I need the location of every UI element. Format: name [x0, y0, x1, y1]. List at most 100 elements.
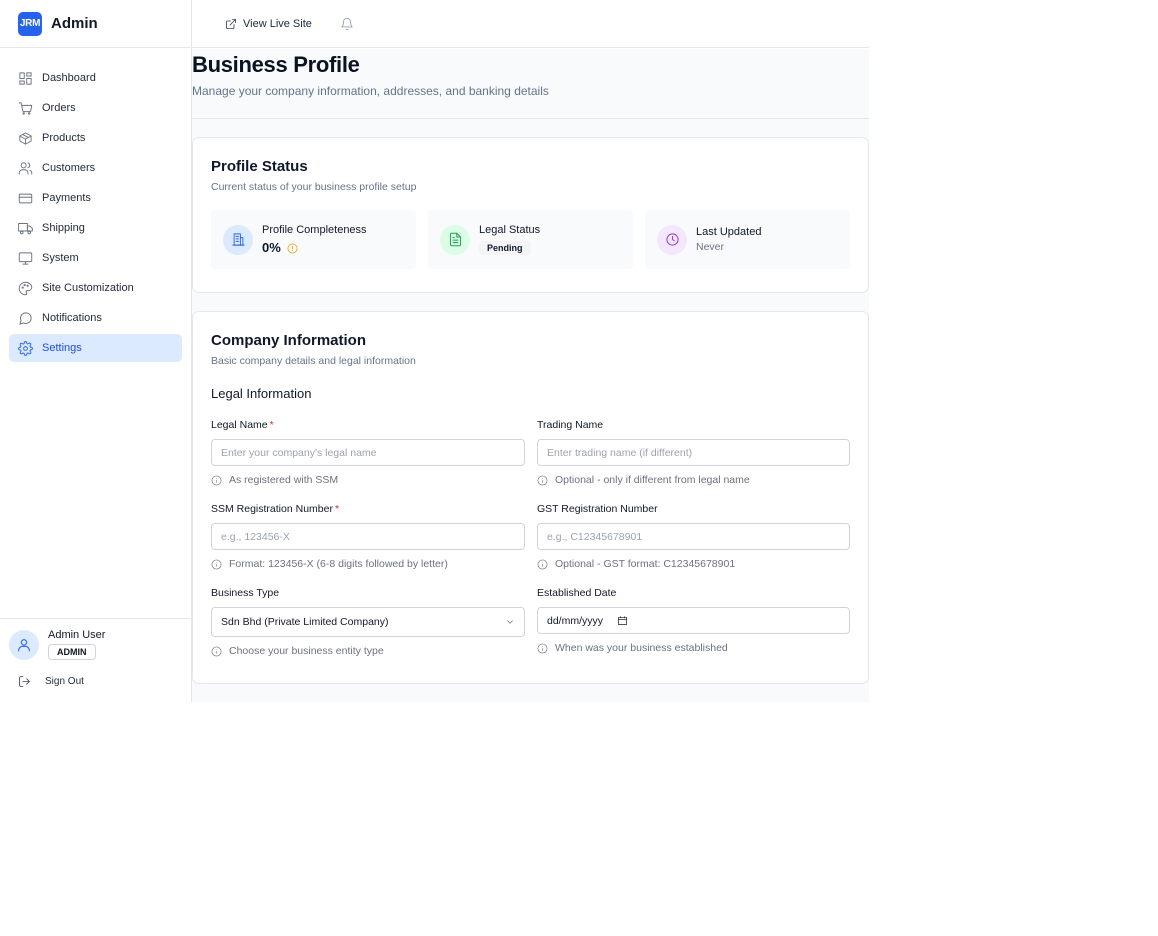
stat-body: Last Updated Never [696, 226, 761, 253]
sidebar-item-label: Site Customization [42, 282, 134, 294]
stat-icon-wrap [223, 224, 253, 255]
hint-text: Optional - GST format: C12345678901 [555, 558, 736, 570]
stat-body: Profile Completeness 0% [262, 224, 367, 255]
sidebar-item-dashboard[interactable]: Dashboard [9, 64, 182, 92]
field-trading-name: Trading Name Optional - only if differen… [537, 419, 850, 503]
sign-out-label: Sign Out [45, 675, 84, 687]
status-grid: Profile Completeness 0% Legal Status Pen… [211, 210, 850, 269]
sidebar-item-label: Customers [42, 162, 96, 174]
sidebar-item-shipping[interactable]: Shipping [9, 214, 182, 242]
sidebar-item-label: Products [42, 132, 86, 144]
field-label: Established Date [537, 587, 617, 599]
hint-text: Choose your business entity type [229, 645, 384, 657]
stat-value: Never [696, 241, 725, 253]
field-established-date: Established Date dd/mm/yyyy When was you… [537, 587, 850, 671]
page-title: Business Profile [192, 52, 360, 77]
brand-logo[interactable]: JRM [18, 11, 42, 36]
hint-text: When was your business established [555, 642, 728, 654]
gear-icon [18, 340, 33, 356]
brand-title: Admin [51, 15, 98, 32]
profile-status-card: Profile Status Current status of your bu… [192, 137, 869, 293]
gst-number-input[interactable] [537, 523, 850, 550]
stat-value: 0% [262, 240, 281, 255]
user-meta: Admin User ADMIN [48, 629, 105, 660]
role-badge: ADMIN [48, 644, 96, 660]
field-ssm-number: SSM Registration Number* Format: 123456-… [211, 503, 525, 587]
stat-icon-wrap [657, 224, 687, 255]
hint-text: As registered with SSM [229, 474, 339, 486]
status-badge: Pending [479, 240, 531, 255]
hint-text: Format: 123456-X (6-8 digits followed by… [229, 558, 448, 570]
field-label: Business Type [211, 587, 280, 599]
field-hint: Choose your business entity type [211, 645, 525, 657]
credit-card-icon [18, 193, 33, 203]
page-subtitle: Manage your company information, address… [192, 84, 549, 98]
warning-icon [287, 242, 298, 254]
sidebar-item-notifications[interactable]: Notifications [9, 304, 182, 332]
sidebar-item-label: System [42, 252, 79, 264]
chevron-down-icon [507, 620, 513, 624]
sidebar-item-label: Dashboard [42, 72, 96, 84]
user-profile[interactable]: Admin User ADMIN [0, 619, 191, 660]
building-icon [231, 233, 245, 246]
sidebar-item-orders[interactable]: Orders [9, 94, 182, 122]
sign-out-button[interactable]: Sign Out [0, 670, 191, 692]
topbar: View Live Site [192, 0, 869, 48]
sidebar-item-label: Notifications [42, 312, 102, 324]
info-icon [537, 643, 548, 653]
brand: JRM Admin [0, 0, 191, 48]
avatar [9, 629, 39, 660]
external-link-icon [226, 18, 236, 29]
message-circle-icon [19, 311, 32, 325]
calendar-icon[interactable] [617, 615, 628, 626]
sidebar-item-system[interactable]: System [9, 244, 182, 272]
sidebar-item-site-customization[interactable]: Site Customization [9, 274, 182, 302]
legal-info-form: Legal Name* As registered with SSM Tradi… [211, 419, 850, 671]
sidebar-item-payments[interactable]: Payments [9, 184, 182, 212]
notifications-button[interactable] [340, 17, 354, 31]
stat-value-row: 0% [262, 240, 367, 255]
ssm-number-input[interactable] [211, 523, 525, 550]
card-subtitle: Current status of your business profile … [211, 181, 417, 193]
view-live-site-link[interactable]: View Live Site [225, 18, 312, 30]
info-icon [211, 646, 222, 656]
field-label: SSM Registration Number * [211, 503, 525, 518]
established-date-input[interactable]: dd/mm/yyyy [537, 607, 850, 634]
field-label: Trading Name [537, 419, 604, 431]
required-marker: * [334, 503, 340, 515]
stat-icon-wrap [440, 224, 470, 255]
trading-name-input[interactable] [537, 439, 850, 466]
palette-icon [18, 281, 33, 295]
date-value: dd/mm/yyyy [547, 614, 604, 627]
users-icon [18, 161, 33, 175]
sidebar-item-products[interactable]: Products [9, 124, 182, 152]
field-business-type: Business Type Sdn Bhd (Private Limited C… [211, 587, 525, 671]
log-out-icon [19, 675, 30, 687]
selected-value: Sdn Bhd (Private Limited Company) [221, 616, 389, 628]
legal-name-input[interactable] [211, 439, 525, 466]
sidebar: JRM Admin Dashboard Orders Products Cust… [0, 0, 192, 702]
info-icon [211, 475, 222, 485]
sidebar-item-customers[interactable]: Customers [9, 154, 182, 182]
company-information-card: Company Information Basic company detail… [192, 311, 869, 684]
sidebar-item-label: Payments [42, 192, 91, 204]
bell-icon [341, 17, 353, 30]
hint-text: Optional - only if different from legal … [555, 474, 750, 486]
required-marker: * [269, 419, 274, 431]
business-type-select[interactable]: Sdn Bhd (Private Limited Company) [211, 607, 525, 637]
card-title: Profile Status [211, 158, 308, 175]
stat-label: Profile Completeness [262, 224, 367, 236]
sidebar-item-label: Settings [42, 342, 82, 354]
sidebar-item-label: Shipping [42, 222, 85, 234]
view-live-site-label: View Live Site [243, 17, 312, 30]
stat-profile-completeness: Profile Completeness 0% [211, 210, 416, 269]
stat-body: Legal Status Pending [479, 224, 540, 256]
info-icon [537, 559, 548, 569]
user-icon [18, 638, 30, 652]
user-area: Admin User ADMIN Sign Out [0, 618, 191, 692]
info-icon [537, 475, 548, 485]
cart-icon [18, 101, 33, 115]
sidebar-item-settings[interactable]: Settings [9, 334, 182, 362]
stat-label: Legal Status [479, 223, 541, 236]
stat-legal-status: Legal Status Pending [428, 210, 633, 269]
